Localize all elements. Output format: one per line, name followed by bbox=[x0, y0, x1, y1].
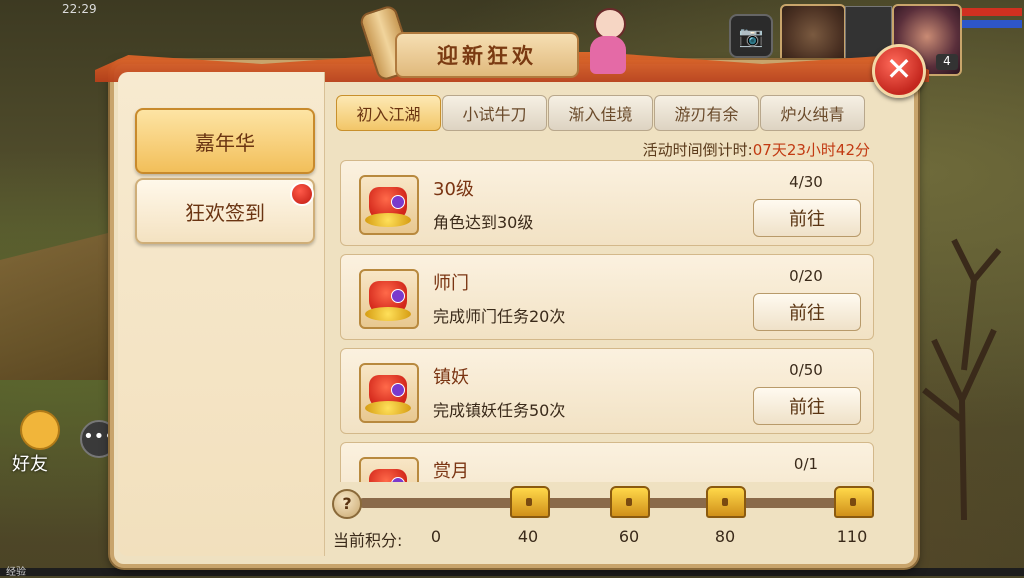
task-name: 赏月 bbox=[433, 461, 469, 482]
task-name: 30级 bbox=[433, 179, 474, 200]
milestone-value: 110 bbox=[836, 527, 868, 546]
task-row: 师门 完成师门任务20次 0/20 前往 bbox=[340, 254, 874, 340]
task-progress: 0/20 bbox=[789, 267, 823, 285]
help-icon[interactable]: ? bbox=[332, 489, 362, 519]
go-button[interactable]: 前往 bbox=[753, 293, 861, 331]
treasure-chest-icon[interactable] bbox=[834, 486, 874, 518]
task-row: 镇妖 完成镇妖任务50次 0/50 前往 bbox=[340, 348, 874, 434]
task-row: 30级 角色达到30级 4/30 前往 bbox=[340, 160, 874, 246]
score-label: 当前积分: bbox=[333, 531, 403, 550]
treasure-chest-icon[interactable] bbox=[510, 486, 550, 518]
task-list[interactable]: 30级 角色达到30级 4/30 前往 师门 完成师门任务20次 0/20 前往… bbox=[332, 160, 878, 482]
bare-tree bbox=[922, 238, 1002, 520]
go-button[interactable]: 前往 bbox=[753, 387, 861, 425]
title-plaque: 迎新狂欢 bbox=[395, 32, 579, 78]
task-desc: 完成师门任务20次 bbox=[433, 307, 566, 326]
score-track bbox=[340, 494, 870, 512]
event-countdown: 活动时间倒计时:07天23小时42分 bbox=[560, 139, 870, 160]
reward-gift-icon bbox=[359, 457, 419, 482]
milestone-value: 60 bbox=[618, 527, 640, 546]
milestone-value: 40 bbox=[517, 527, 539, 546]
task-desc: 完成镇妖任务50次 bbox=[433, 401, 566, 420]
countdown-label: 活动时间倒计时: bbox=[642, 141, 753, 159]
treasure-chest-icon[interactable] bbox=[706, 486, 746, 518]
reward-gift-icon bbox=[359, 175, 419, 235]
side-item-carnival[interactable]: 嘉年华 bbox=[135, 108, 315, 174]
task-progress: 4/30 bbox=[789, 173, 823, 191]
task-desc: 角色达到30级 bbox=[433, 213, 534, 232]
mascot-girl-image bbox=[582, 6, 634, 76]
camera-icon[interactable]: 📷 bbox=[729, 14, 773, 58]
hp-bar bbox=[962, 8, 1022, 16]
task-name: 师门 bbox=[433, 273, 469, 294]
level-badge: 4 bbox=[936, 54, 958, 70]
tab-jianRuJiaJing[interactable]: 渐入佳境 bbox=[548, 95, 653, 131]
exp-bar: 经验 bbox=[0, 567, 1024, 578]
reward-gift-icon bbox=[359, 363, 419, 423]
milestone-value: 80 bbox=[714, 527, 736, 546]
side-item-signin[interactable]: 狂欢签到 bbox=[135, 178, 315, 244]
task-progress: 0/50 bbox=[789, 361, 823, 379]
task-row: 赏月 0/1 bbox=[340, 442, 874, 482]
countdown-value: 07天23小时42分 bbox=[752, 141, 870, 159]
mascot-body bbox=[590, 36, 626, 74]
mp-bar bbox=[962, 20, 1022, 28]
friends-label: 好友 bbox=[12, 454, 48, 475]
notification-dot-icon bbox=[290, 182, 314, 206]
close-icon[interactable]: ✕ bbox=[872, 44, 926, 98]
tab-xiaoShiNiuDao[interactable]: 小试牛刀 bbox=[442, 95, 547, 131]
task-name: 镇妖 bbox=[433, 367, 469, 388]
tab-chuRuJiangHu[interactable]: 初入江湖 bbox=[336, 95, 441, 131]
friend-face-icon bbox=[20, 410, 60, 450]
score-current: 0 bbox=[430, 527, 442, 546]
clock-text: 22:29 bbox=[62, 2, 97, 16]
reward-gift-icon bbox=[359, 269, 419, 329]
treasure-chest-icon[interactable] bbox=[610, 486, 650, 518]
task-progress: 0/1 bbox=[793, 455, 819, 473]
dialog-title: 迎新狂欢 bbox=[437, 44, 537, 68]
tab-luHuoChunQing[interactable]: 炉火纯青 bbox=[760, 95, 865, 131]
go-button[interactable]: 前往 bbox=[753, 199, 861, 237]
tab-youRenYouYu[interactable]: 游刃有余 bbox=[654, 95, 759, 131]
